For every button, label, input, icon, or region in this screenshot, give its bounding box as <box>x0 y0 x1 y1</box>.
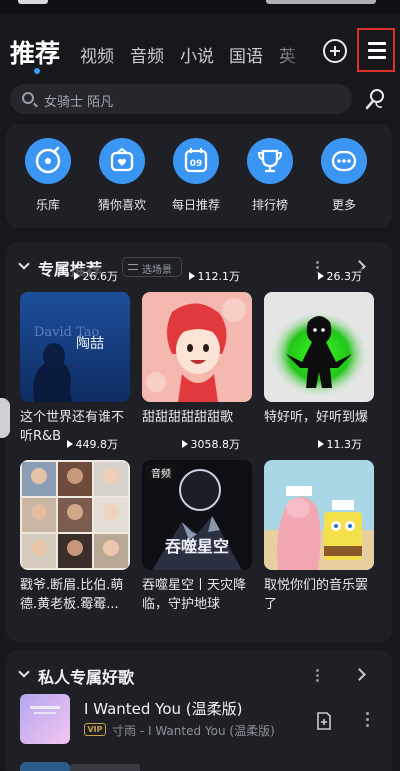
shortcut-circle <box>247 138 293 184</box>
shortcut-label: 每日推荐 <box>171 198 220 212</box>
tab-fade-overlay <box>282 34 312 66</box>
floating-side-handle[interactable] <box>0 398 10 438</box>
play-count: 112.1万 <box>184 268 246 286</box>
playlist-cover <box>142 292 252 402</box>
trophy-icon <box>257 149 283 173</box>
next-song-title <box>70 764 140 771</box>
search-icon <box>22 92 34 104</box>
collapse-chevron-icon[interactable] <box>18 258 30 270</box>
tab-mandarin[interactable]: 国语 <box>229 42 263 67</box>
shortcut-label: 猜你喜欢 <box>97 198 146 212</box>
exclusive-recommend-section: 专属推荐 选场景 David Tao 陶喆 26.6万 这个世界还有谁不听R&B… <box>6 242 392 642</box>
menu-icon <box>368 42 386 45</box>
menu-icon-line <box>368 56 386 59</box>
playlist-cover <box>264 292 374 402</box>
tab-novel[interactable]: 小说 <box>180 42 214 67</box>
private-songs-section: 私人专属好歌 I Wanted You (温柔版) VIP 寸雨 - I Wan… <box>6 650 392 771</box>
radio-heart-icon <box>110 147 134 172</box>
next-song-cover <box>20 762 70 771</box>
search-input[interactable]: 女骑士 陌凡 <box>10 84 352 114</box>
song-title: I Wanted You (温柔版) <box>84 700 243 718</box>
playlist-cover <box>264 460 374 570</box>
svg-text:吞噬星空: 吞噬星空 <box>165 537 229 556</box>
shortcut-label: 乐库 <box>35 198 60 212</box>
shortcut-row: 乐库 猜你喜欢 09 每日推荐 排行榜 更多 <box>6 124 392 228</box>
tab-recommend[interactable]: 推荐 <box>10 34 60 70</box>
shortcut-guess-you-like[interactable]: 猜你喜欢 <box>90 138 154 218</box>
section-header: 私人专属好歌 <box>18 664 380 688</box>
shortcut-circle <box>321 138 367 184</box>
menu-icon-line <box>368 49 386 52</box>
tab-audio[interactable]: 音频 <box>130 42 164 67</box>
audio-tag-badge: 音频 <box>146 464 176 481</box>
song-cover <box>20 694 70 744</box>
shortcut-label: 更多 <box>331 198 356 212</box>
shortcut-more[interactable]: 更多 <box>312 138 376 218</box>
shortcut-label: 排行榜 <box>251 198 288 212</box>
music-library-icon <box>35 146 61 174</box>
status-icons <box>266 0 376 4</box>
voice-search-icon[interactable] <box>363 86 389 112</box>
song-row[interactable]: I Wanted You (温柔版) VIP 寸雨 - I Wanted You… <box>20 694 380 750</box>
shortcut-music-library[interactable]: 乐库 <box>16 138 80 218</box>
playlist-name: 取悦你们的音乐罢了 <box>264 578 369 612</box>
search-placeholder: 女骑士 陌凡 <box>44 95 114 110</box>
play-count: 26.3万 <box>313 268 368 286</box>
shortcut-circle <box>99 138 145 184</box>
play-count: 449.8万 <box>62 436 124 454</box>
add-plus-icon[interactable] <box>323 39 347 63</box>
more-dots-icon <box>331 150 357 172</box>
song-artist: 寸雨 - I Wanted You (温柔版) <box>112 724 275 738</box>
status-bar <box>0 0 400 14</box>
playlist-name: 戳爷.断眉.比伯.萌德.黄老板.霉霉... <box>20 578 124 612</box>
shortcut-daily-recommend[interactable]: 09 每日推荐 <box>164 138 228 218</box>
select-scene-label: 选场景 <box>142 265 172 276</box>
calendar-icon: 09 <box>184 148 208 173</box>
top-nav: 推荐 视频 音频 小说 国语 英 <box>0 26 400 74</box>
play-count: 3058.8万 <box>177 436 246 454</box>
svg-text:陶喆: 陶喆 <box>76 336 104 352</box>
svg-text:09: 09 <box>190 159 203 169</box>
shortcut-charts[interactable]: 排行榜 <box>238 138 302 218</box>
song-more-icon[interactable] <box>366 712 370 728</box>
menu-button[interactable] <box>357 28 395 72</box>
section-arrow-right-icon[interactable] <box>353 668 366 681</box>
shortcut-circle <box>25 138 71 184</box>
select-scene-button[interactable]: 选场景 <box>122 257 182 277</box>
active-tab-indicator <box>34 68 40 74</box>
playlist-cover <box>20 460 130 570</box>
add-to-playlist-icon[interactable] <box>316 712 332 730</box>
status-time <box>18 0 48 4</box>
collapse-chevron-icon[interactable] <box>18 666 30 678</box>
tab-video[interactable]: 视频 <box>80 42 114 67</box>
section-more-icon[interactable] <box>315 669 319 683</box>
play-count: 26.6万 <box>69 268 124 286</box>
vip-badge: VIP <box>84 723 106 736</box>
scene-icon <box>128 264 138 270</box>
play-count: 11.3万 <box>313 436 368 454</box>
playlist-cover: David Tao 陶喆 <box>20 292 130 402</box>
section-title: 私人专属好歌 <box>38 668 135 687</box>
playlist-name: 吞噬星空丨天灾降临，守护地球 <box>142 578 247 612</box>
shortcut-circle: 09 <box>173 138 219 184</box>
